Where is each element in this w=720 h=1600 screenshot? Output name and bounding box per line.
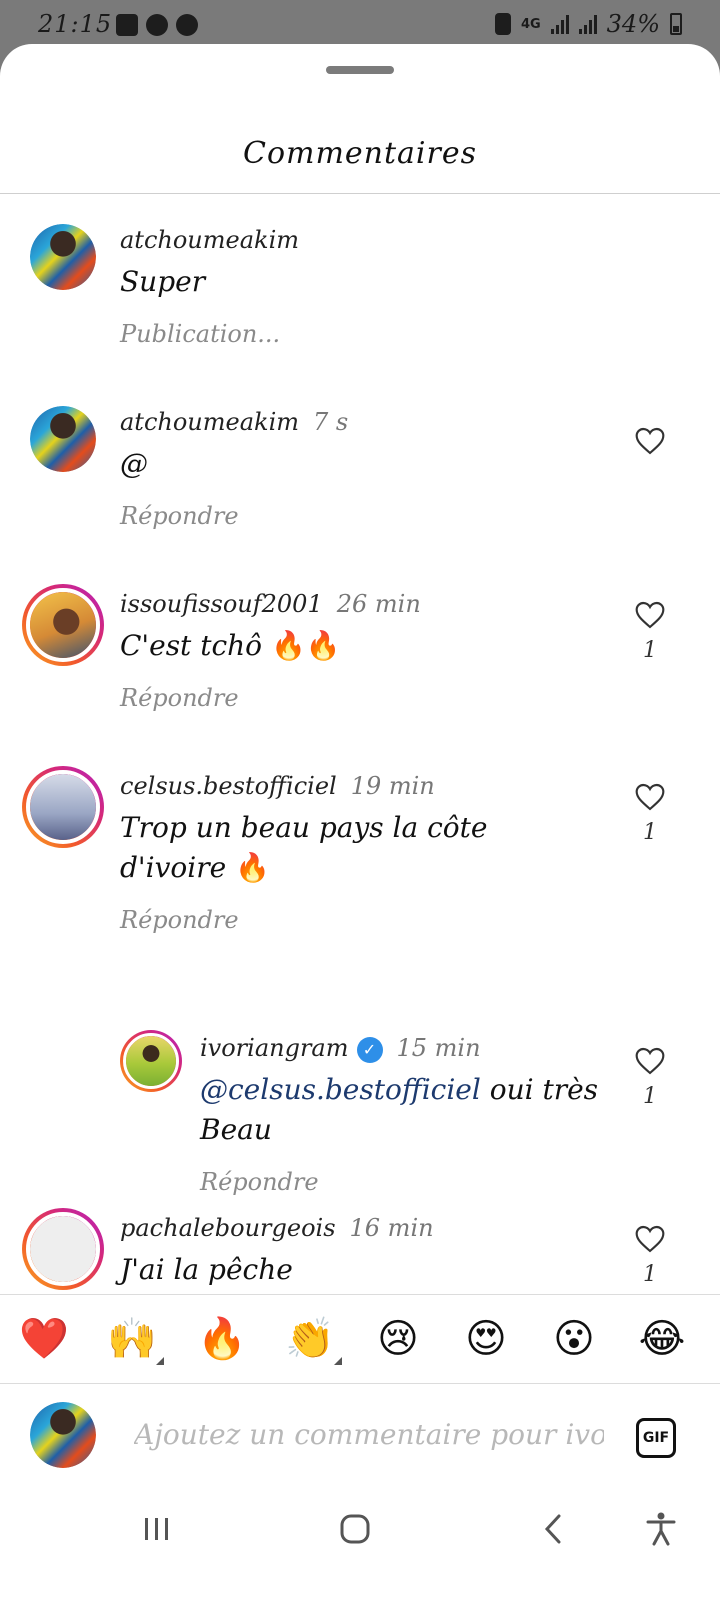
comment-text: @ — [120, 447, 148, 480]
heart-outline-icon[interactable] — [634, 1224, 666, 1254]
comment-username[interactable]: pachaleb​ourgeois — [120, 1214, 336, 1242]
system-nav-bar — [0, 1484, 720, 1576]
comment-username[interactable]: issoufissouf2001 — [120, 590, 323, 618]
emoji-cry[interactable]: 😢 — [372, 1313, 424, 1365]
current-user-avatar — [30, 1402, 96, 1468]
whatsapp-notification-icon — [146, 14, 168, 36]
comment-time: 15 min — [396, 1034, 481, 1062]
status-bar: 21:15 4G 34% — [0, 0, 720, 50]
like-count: 1 — [643, 1262, 657, 1287]
recents-icon[interactable] — [132, 1504, 182, 1554]
heart-outline-icon[interactable] — [634, 426, 666, 456]
emoji-laugh[interactable]: 😂 — [636, 1313, 688, 1365]
recycle-icon — [494, 13, 511, 35]
reply-button[interactable]: Répondre — [200, 1168, 319, 1196]
accessibility-icon[interactable] — [636, 1504, 686, 1554]
comment-input[interactable] — [134, 1414, 604, 1454]
avatar[interactable] — [30, 224, 96, 290]
like-count: 1 — [643, 820, 657, 845]
avatar-story-ring[interactable] — [22, 766, 104, 848]
comment-text: J'ai la pêche — [120, 1253, 293, 1286]
comment-username[interactable]: atchoumeakim — [120, 408, 299, 436]
emoji-surprised[interactable]: 😮 — [548, 1313, 600, 1365]
verified-badge-icon: ✓ — [356, 1036, 383, 1063]
home-icon[interactable] — [330, 1504, 380, 1554]
reply-button[interactable]: Répondre — [120, 684, 239, 712]
comment-composer: GIF — [0, 1384, 720, 1484]
gallery-notification-icon — [116, 14, 138, 36]
reply-button[interactable]: Répondre — [120, 906, 239, 934]
drag-handle[interactable] — [326, 66, 394, 74]
comment-time: 7 s — [313, 408, 349, 436]
comment-header: pachaleb​ourgeois 16 min — [120, 1214, 434, 1242]
emoji-heart[interactable]: ❤️ — [18, 1313, 70, 1365]
emoji-reaction-bar: ❤️ 🙌 🔥 👏 😢 😍 😮 😂 — [0, 1294, 720, 1384]
status-notification-icons — [116, 14, 198, 36]
avatar-story-ring[interactable] — [120, 1030, 182, 1092]
mention-link[interactable]: @celsus.bestofficiel — [200, 1073, 481, 1106]
like-count: 1 — [643, 638, 657, 663]
comment-text: Super — [120, 265, 206, 298]
avatar[interactable] — [30, 406, 96, 472]
sheet-title: Commentaires — [242, 136, 477, 171]
comment-header: issoufissouf2001 26 min — [120, 590, 421, 618]
network-type: 4G — [520, 16, 541, 32]
skin-tone-indicator — [334, 1357, 342, 1365]
fire-emoji: 🔥🔥 — [270, 629, 341, 662]
heart-outline-icon[interactable] — [634, 782, 666, 812]
comment-text-body: Trop un beau pays la côte d'ivoire — [120, 811, 488, 884]
signal-icon — [578, 14, 597, 34]
comment-username[interactable]: ivoriangram — [200, 1034, 349, 1062]
emoji-glyph: 👏 — [285, 1316, 335, 1362]
reply-button[interactable]: Répondre — [120, 502, 239, 530]
like-count: 1 — [643, 1084, 657, 1109]
emoji-raised-hands[interactable]: 🙌 — [106, 1313, 164, 1365]
comment-time: 26 min — [336, 590, 421, 618]
emoji-heart-eyes[interactable]: 😍 — [460, 1313, 512, 1365]
gif-button[interactable]: GIF — [636, 1418, 676, 1458]
status-right: 4G 34% — [494, 10, 682, 38]
comment-text-body: C'est tchô — [120, 629, 271, 662]
comment-header: celsus.bestofficiel 19 min — [120, 772, 435, 800]
comment-username[interactable]: celsus.bestofficiel — [120, 772, 337, 800]
comment-username[interactable]: atchoumeakim — [120, 226, 299, 254]
emoji-glyph: 🙌 — [107, 1316, 157, 1362]
back-icon[interactable] — [528, 1504, 578, 1554]
avatar-story-ring[interactable] — [22, 1208, 104, 1290]
status-time: 21:15 — [38, 10, 113, 38]
comment-time: 16 min — [349, 1214, 434, 1242]
comment-header: ivoriangram ✓ 15 min — [200, 1034, 481, 1063]
battery-icon — [670, 13, 682, 35]
app-notification-icon — [176, 14, 198, 36]
emoji-clap[interactable]: 👏 — [284, 1313, 342, 1365]
comment-text: C'est tchô 🔥🔥 — [120, 626, 341, 666]
comment-list[interactable]: atchoumeakim Super Publication... atchou… — [0, 194, 720, 1362]
fire-emoji: 🔥 — [235, 851, 270, 884]
avatar-story-ring[interactable] — [22, 584, 104, 666]
skin-tone-indicator — [156, 1357, 164, 1365]
publication-label: Publication... — [120, 320, 281, 348]
heart-outline-icon[interactable] — [634, 1046, 666, 1076]
comment-text: @celsus.bestofficiel oui très Beau — [200, 1070, 620, 1150]
signal-icon — [550, 14, 569, 34]
comment-time: 19 min — [350, 772, 435, 800]
comment-header: atchoumeakim 7 s — [120, 408, 348, 436]
emoji-fire[interactable]: 🔥 — [196, 1313, 248, 1365]
comment-text: Trop un beau pays la côte d'ivoire 🔥 — [120, 808, 540, 888]
comments-sheet: Commentaires atchoumeakim Super Publicat… — [0, 44, 720, 1600]
heart-outline-icon[interactable] — [634, 600, 666, 630]
battery-percent: 34% — [606, 10, 660, 38]
